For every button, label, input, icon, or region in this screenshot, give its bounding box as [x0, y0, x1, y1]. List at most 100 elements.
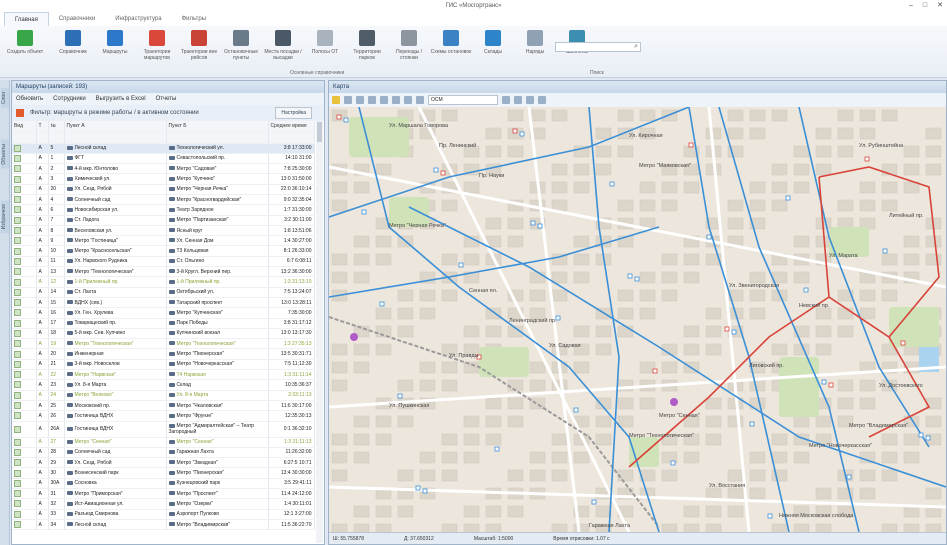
table-row[interactable]: А 19 Метро "Технологическая" Метро "Техн…	[12, 338, 315, 350]
col-kind[interactable]: Вид	[12, 121, 37, 133]
filter-cell[interactable]	[64, 132, 167, 144]
col-point-b[interactable]: Пункт Б	[166, 121, 269, 133]
table-row[interactable]: А 15 ВДНХ (сев.) Татарский проспект 13:0…	[12, 297, 315, 309]
tab-filters[interactable]: Фильтры	[172, 12, 216, 26]
building-block	[749, 379, 766, 392]
ribbon-button-9[interactable]: Переезды / стоянки	[388, 26, 430, 70]
stop-marker	[670, 460, 676, 466]
ribbon-button-3[interactable]: Траектории маршрутов	[136, 26, 178, 70]
zoom-in-icon[interactable]	[344, 96, 352, 104]
minimize-button[interactable]: –	[909, 0, 913, 12]
export-excel-button[interactable]: Выгрузить в Excel	[96, 93, 146, 105]
ruler-icon[interactable]	[514, 96, 522, 104]
layer-select[interactable]: ОСМ	[428, 95, 498, 105]
refresh-button[interactable]: Обновить	[16, 93, 43, 105]
ribbon-button-0[interactable]: Создать объект	[4, 26, 46, 70]
table-row[interactable]: А 29 Ул. Сезд. Рябой Метро "Звездная" 6:…	[12, 457, 315, 469]
ribbon-button-2[interactable]: Маршруты	[94, 26, 136, 70]
measure-icon[interactable]	[380, 96, 388, 104]
ribbon-button-6[interactable]: Места посадки / высадки	[262, 26, 304, 70]
table-row[interactable]: А 27 Метро "Сенная" Метро "Сенная" 1:3 3…	[12, 437, 315, 448]
map-canvas[interactable]: Ул. Маршала Говорова Пр. Ленинский Ул. Кир…	[329, 107, 946, 532]
filter-cell[interactable]	[12, 132, 37, 144]
settings-icon[interactable]	[538, 96, 546, 104]
filter-cell[interactable]	[48, 132, 65, 144]
ribbon-button-10[interactable]: Схемы остановок	[430, 26, 472, 70]
ribbon-button-1[interactable]: Справочник	[52, 26, 94, 70]
table-row[interactable]: А 26 Гостиница ВДНХ Метро "Фрунзе" 12:35…	[12, 410, 315, 422]
select-tool-icon[interactable]	[332, 96, 340, 104]
table-row[interactable]: А 32 Ист-Авиационная ул. Метро "Озерки" …	[12, 498, 315, 510]
table-row[interactable]: А 5 Лесной склад Технологический ул. 3:8…	[12, 143, 315, 154]
area-icon[interactable]	[526, 96, 534, 104]
search-input[interactable]: ⌕	[555, 42, 641, 52]
scroll-thumb[interactable]	[317, 122, 322, 142]
tab-infrastructure[interactable]: Инфраструктура	[105, 12, 171, 26]
col-type[interactable]: Т	[36, 121, 49, 133]
table-row[interactable]: А 3 Химический ул. Метро "Купчино" 13:0 …	[12, 173, 315, 185]
table-row[interactable]: А 6 Новосибирская ул. Театр Зарядное 1:7…	[12, 204, 315, 216]
layers-icon[interactable]	[404, 96, 412, 104]
route-tool-icon[interactable]	[502, 96, 510, 104]
settings-button[interactable]: Настройка	[275, 107, 312, 119]
filter-cell[interactable]	[166, 132, 269, 144]
table-row[interactable]: А 18 5-й мкр. Сев. Купчино Купчинский во…	[12, 328, 315, 340]
table-row[interactable]: А 1 ФГТ Севастопольский пр. 14:10 31:00	[12, 153, 315, 165]
table-row[interactable]: А 11 Ул. Нарвского Рудника Ст. Ольгино 6…	[12, 256, 315, 268]
filter-icon[interactable]	[392, 96, 400, 104]
table-row[interactable]: А 33 Разъезд Смирнова Аэропорт Пулково 1…	[12, 509, 315, 520]
table-row[interactable]: А 20 Инженерная Метро "Пионерская" 13:5 …	[12, 348, 315, 360]
building-block	[727, 415, 744, 428]
ribbon-button-7[interactable]: Полосы ОТ	[304, 26, 346, 70]
table-row[interactable]: А 28 Солнечный сад Гаражная Лахта 11:26:…	[12, 447, 315, 459]
table-row[interactable]: А 4 Солнечный сад Метро "Красногвардейск…	[12, 194, 315, 206]
side-tab-objects[interactable]: Объекты	[1, 140, 9, 169]
filter-cell[interactable]	[36, 132, 49, 144]
close-button[interactable]: ✕	[937, 0, 943, 12]
pan-icon[interactable]	[368, 96, 376, 104]
table-row[interactable]: А 25 Московский пр. Метро "Чкаловская" 1…	[12, 400, 315, 412]
table-row[interactable]: А 20 Ул. Сезд. Рябой Метро "Черная Речка…	[12, 184, 315, 195]
tab-home[interactable]: Главная	[4, 12, 49, 26]
col-avg-time[interactable]: Среднее время	[268, 121, 315, 133]
ribbon-button-5[interactable]: Остановочные пункты	[220, 26, 262, 70]
table-scrollbar[interactable]	[316, 121, 323, 543]
table-row[interactable]: А 14 Ст. Лахта Октябрьский ул. 7:5 13:24…	[12, 287, 315, 298]
ribbon-button-4[interactable]: Траектории вне рейсов	[178, 26, 220, 70]
number-cell: 26	[48, 410, 65, 422]
table-row[interactable]: А 34 Лесной склад Метро "Владимирская" 1…	[12, 519, 315, 531]
col-point-a[interactable]: Пункт А	[64, 121, 167, 133]
bus-icon	[168, 362, 175, 367]
table-row[interactable]: А 22 Метро "Нарвская" Т4 Нарвская 1:3 31…	[12, 369, 315, 381]
col-number[interactable]: №	[48, 121, 65, 133]
table-row[interactable]: А 24 Метро "Волково" Ул. 8-я Марта 2:33:…	[12, 390, 315, 401]
ribbon-button-11[interactable]: Склады	[472, 26, 514, 70]
table-row[interactable]: А 26А Гостиница ВДНХ Метро "Адмиралтейск…	[12, 421, 315, 438]
table-row[interactable]: А 30А Сосновка Кузнецовский парк 3:5 29:…	[12, 478, 315, 490]
table-row[interactable]: А 23 Ул. 8-я Марта Склад 10:35:36:37	[12, 379, 315, 391]
reports-button[interactable]: Отчеты	[156, 93, 177, 105]
table-row[interactable]: А 10 Метро "Красносельская" Т3 Кольцевая…	[12, 245, 315, 257]
side-tab-layers[interactable]: Слои	[1, 88, 9, 109]
maximize-button[interactable]: □	[923, 0, 927, 12]
table-row[interactable]: А 13 Метро "Технологическая" 3-й Кругл. …	[12, 266, 315, 278]
ribbon-button-8[interactable]: Территории парков	[346, 26, 388, 70]
ribbon-button-12[interactable]: Наряды	[514, 26, 556, 70]
table-row[interactable]: А 7 Ст. Ладога Метро "Партизанская" 3:2 …	[12, 215, 315, 226]
table-row[interactable]: А 31 Метро "Приморская" Метро "Проспект"…	[12, 488, 315, 500]
tab-directories[interactable]: Справочники	[49, 12, 105, 26]
zoom-out-icon[interactable]	[356, 96, 364, 104]
clear-filter-icon[interactable]	[16, 109, 24, 117]
side-tab-favorites[interactable]: Избранное	[1, 200, 9, 234]
table-row[interactable]: А 21 3-й мкр. Новоселов Метро "Новочерка…	[12, 359, 315, 371]
filter-cell[interactable]	[268, 132, 315, 144]
table-row[interactable]: А 2 4-й мкр. Юнтолово Метро "Садовая" 7:…	[12, 163, 315, 175]
table-row[interactable]: А 16 Ул. Ген. Хрулева Метро "Купчинская"…	[12, 307, 315, 319]
table-row[interactable]: А 30 Вознесенский парк Метро "Пионерская…	[12, 467, 315, 479]
table-row[interactable]: А 8 Веселовская ул. Ясный круг 1:8 13:51…	[12, 225, 315, 237]
table-row[interactable]: А 17 Товарищеский пр. Парк Победы 3:8 31…	[12, 318, 315, 329]
table-row[interactable]: А 9 Метро "Гостиница" Ул. Сенная Дом 1:4…	[12, 235, 315, 247]
table-row[interactable]: А 12 1-й Прилежный пр. 1-й Прилежный пр.…	[12, 276, 315, 288]
print-icon[interactable]	[416, 96, 424, 104]
employees-button[interactable]: Сотрудники	[53, 93, 86, 105]
